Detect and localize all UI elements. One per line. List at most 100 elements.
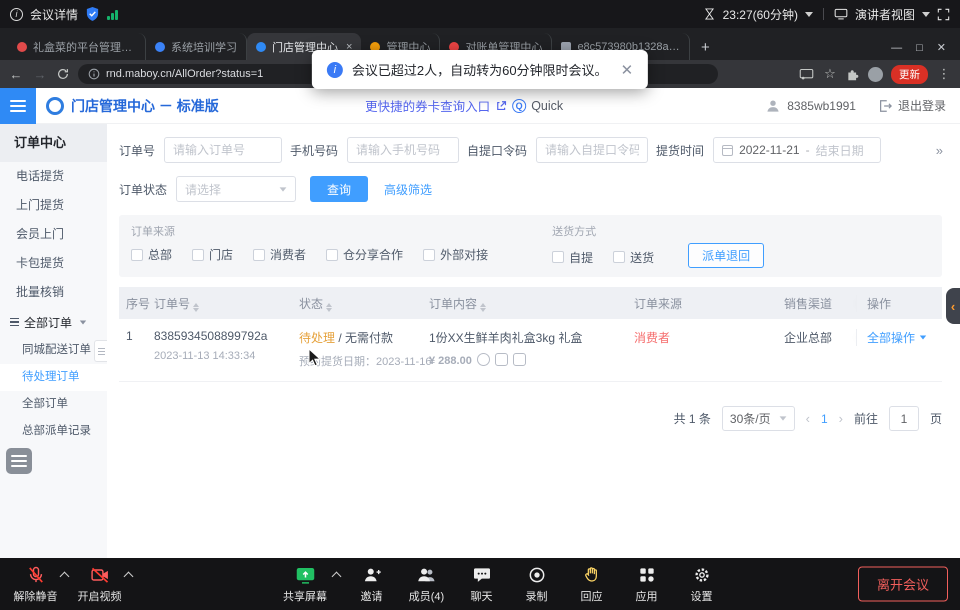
- meeting-timer[interactable]: 23:27(60分钟): [723, 6, 798, 23]
- browser-profile-avatar[interactable]: [868, 67, 883, 82]
- sort-icon[interactable]: [326, 303, 332, 312]
- page-size-select[interactable]: 30条/页: [722, 406, 795, 431]
- user-avatar-icon[interactable]: [765, 98, 781, 114]
- checkbox-icon[interactable]: [253, 249, 265, 261]
- share-screen-button[interactable]: 共享屏幕: [275, 558, 335, 610]
- bookmark-star-icon[interactable]: ☆: [822, 66, 838, 82]
- dispatch-return-button[interactable]: 派单退回: [688, 243, 764, 268]
- window-close-button[interactable]: ✕: [937, 41, 946, 54]
- chat-button[interactable]: 聊天: [454, 558, 509, 610]
- pickup-code-input[interactable]: [536, 137, 648, 163]
- browser-tab-2[interactable]: 系统培训学习: [146, 33, 247, 60]
- browser-update-badge[interactable]: 更新: [891, 65, 928, 84]
- back-button[interactable]: ←: [8, 67, 24, 82]
- sidebar-item-phone-pickup[interactable]: 电话提货: [0, 162, 107, 191]
- prev-page-button[interactable]: ‹: [806, 411, 810, 426]
- network-signal-icon[interactable]: [107, 9, 118, 20]
- table-row[interactable]: 1 8385934508899792a 2023-11-13 14:33:34 …: [119, 319, 942, 382]
- leave-meeting-button[interactable]: 离开会议: [858, 567, 948, 602]
- collapse-panel-icon[interactable]: »: [936, 143, 942, 158]
- refresh-button[interactable]: [56, 67, 70, 81]
- checkbox-warehouse-share[interactable]: 仓分享合作: [326, 246, 403, 263]
- toast-close-icon[interactable]: ✕: [621, 61, 634, 79]
- advanced-filter-link[interactable]: 高级筛选: [384, 181, 432, 198]
- timer-caret-icon[interactable]: [805, 12, 813, 17]
- checkbox-icon[interactable]: [613, 251, 625, 263]
- sidebar-group-all-orders[interactable]: 全部订单: [0, 307, 107, 337]
- order-status-select[interactable]: 请选择: [176, 176, 296, 202]
- printer-icon[interactable]: [495, 353, 508, 366]
- reaction-button[interactable]: 回应: [564, 558, 619, 610]
- page-number-1[interactable]: 1: [821, 412, 828, 426]
- logout-label[interactable]: 退出登录: [898, 97, 946, 114]
- coupon-query-link[interactable]: 更快捷的券卡查询入口: [365, 96, 490, 115]
- meeting-info-icon[interactable]: i: [10, 8, 23, 21]
- logout-icon[interactable]: [878, 99, 892, 113]
- order-no-value[interactable]: 8385934508899792a: [154, 329, 299, 343]
- search-button[interactable]: 查询: [310, 176, 368, 202]
- browser-tab-1[interactable]: 礼盒菜的平台管理中心: [8, 33, 146, 60]
- circle-badge-icon[interactable]: [477, 353, 490, 366]
- quick-q-icon[interactable]: Q: [512, 99, 526, 113]
- new-tab-button[interactable]: +: [694, 36, 716, 58]
- order-no-input[interactable]: [164, 137, 282, 163]
- floating-list-button[interactable]: [6, 448, 32, 474]
- sidebar-item-door-pickup[interactable]: 上门提货: [0, 191, 107, 220]
- extensions-icon[interactable]: [846, 67, 860, 81]
- username[interactable]: 8385wb1991: [787, 99, 856, 113]
- all-actions-dropdown[interactable]: 全部操作: [867, 329, 927, 346]
- external-link-icon[interactable]: [495, 100, 507, 112]
- next-page-button[interactable]: ›: [839, 411, 843, 426]
- col-status[interactable]: 状态: [299, 295, 429, 312]
- checkbox-store[interactable]: 门店: [192, 246, 233, 263]
- start-video-button[interactable]: 开启视频: [72, 558, 127, 610]
- checkbox-consumer[interactable]: 消费者: [253, 246, 306, 263]
- site-info-icon[interactable]: [88, 68, 100, 80]
- sidebar-item-card-pickup[interactable]: 卡包提货: [0, 249, 107, 278]
- date-start-value[interactable]: 2022-11-21: [739, 143, 800, 157]
- phone-input[interactable]: [347, 137, 459, 163]
- checkbox-self-pickup[interactable]: 自提: [552, 249, 593, 266]
- checkbox-icon[interactable]: [326, 249, 338, 261]
- checkbox-hq[interactable]: 总部: [131, 246, 172, 263]
- checkbox-icon[interactable]: [423, 249, 435, 261]
- goto-page-input[interactable]: [889, 406, 919, 431]
- meeting-details-label[interactable]: 会议详情: [30, 6, 78, 23]
- maximize-button[interactable]: □: [916, 42, 923, 54]
- checkbox-delivery[interactable]: 送货: [613, 249, 654, 266]
- invite-button[interactable]: 邀请: [344, 558, 399, 610]
- phone-icon[interactable]: [513, 353, 526, 366]
- sort-icon[interactable]: [193, 303, 199, 312]
- sidebar-sub-pending-orders[interactable]: 待处理订单: [0, 364, 107, 391]
- unmute-button[interactable]: 解除静音: [8, 558, 63, 610]
- col-order-no[interactable]: 订单号: [154, 295, 299, 312]
- sidebar-item-batch-verify[interactable]: 批量核销: [0, 278, 107, 307]
- apps-button[interactable]: 应用: [619, 558, 674, 610]
- sidebar-sub-hq-dispatch[interactable]: 总部派单记录: [0, 418, 107, 445]
- browser-menu-kebab-icon[interactable]: ⋮: [936, 66, 952, 82]
- sidebar-item-member-visit[interactable]: 会员上门: [0, 220, 107, 249]
- fullscreen-icon[interactable]: [937, 8, 950, 21]
- sidebar-resize-handle[interactable]: [94, 340, 107, 362]
- date-end-placeholder[interactable]: 结束日期: [816, 142, 864, 159]
- record-button[interactable]: 录制: [509, 558, 564, 610]
- view-mode-label[interactable]: 演讲者视图: [855, 6, 915, 23]
- minimize-button[interactable]: —: [891, 42, 902, 54]
- sidebar-sub-city-delivery[interactable]: 同城配送订单: [0, 337, 107, 364]
- date-range-picker[interactable]: 2022-11-21 - 结束日期: [713, 137, 881, 163]
- checkbox-icon[interactable]: [131, 249, 143, 261]
- security-shield-icon[interactable]: [85, 6, 100, 22]
- sort-icon[interactable]: [480, 303, 486, 312]
- checkbox-icon[interactable]: [192, 249, 204, 261]
- screencast-icon[interactable]: [799, 68, 814, 81]
- app-menu-button[interactable]: [0, 88, 36, 124]
- members-button[interactable]: 成员(4): [399, 558, 454, 610]
- forward-button[interactable]: →: [32, 67, 48, 82]
- view-mode-caret-icon[interactable]: [922, 12, 930, 17]
- col-content[interactable]: 订单内容: [429, 295, 634, 312]
- settings-button[interactable]: 设置: [674, 558, 729, 610]
- expand-panel-tab[interactable]: ‹: [946, 288, 960, 324]
- checkbox-icon[interactable]: [552, 251, 564, 263]
- sidebar-sub-all-orders[interactable]: 全部订单: [0, 391, 107, 418]
- quick-label[interactable]: Quick: [531, 99, 563, 113]
